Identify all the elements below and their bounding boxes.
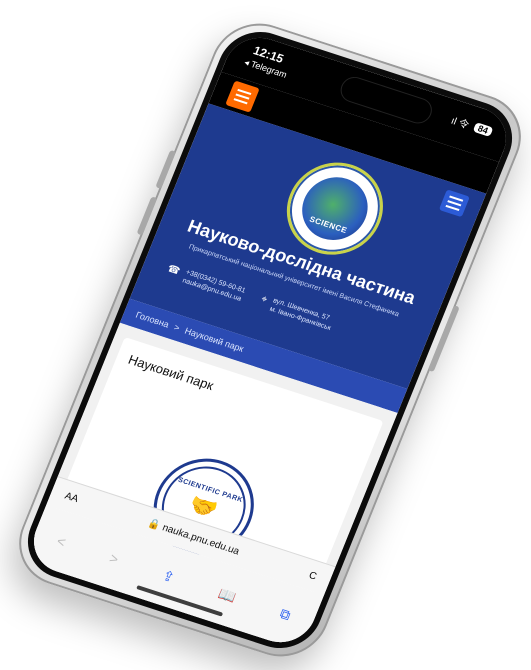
- breadcrumb-separator: >: [172, 322, 182, 334]
- forward-arrow-icon[interactable]: >: [107, 550, 121, 567]
- back-arrow-icon[interactable]: <: [54, 533, 68, 550]
- bookmarks-icon[interactable]: 📖: [216, 585, 239, 606]
- share-icon[interactable]: ⇪: [160, 567, 177, 586]
- location-icon: ⌖: [259, 293, 269, 306]
- system-icons: ıl 令 84: [449, 112, 494, 139]
- breadcrumb-home-link[interactable]: Головна: [134, 310, 170, 330]
- phone-icon: ☎: [165, 263, 182, 278]
- battery-icon: 84: [472, 121, 494, 137]
- globe-icon: SCIENCE: [292, 168, 378, 249]
- signal-wifi-icon: ıl 令: [449, 115, 471, 132]
- nav-menu-icon[interactable]: [438, 189, 470, 218]
- phone-device: 12:15 ◂ Telegram ıl 令 84 SCIENCE Науково…: [5, 11, 531, 669]
- section-title: Науковий парк: [126, 351, 216, 394]
- hamburger-menu-icon[interactable]: [225, 80, 260, 113]
- photo-scene: 12:15 ◂ Telegram ıl 令 84 SCIENCE Науково…: [0, 0, 531, 669]
- phone-contact: ☎ +38(0342) 59-60-81 nauka@pnu.edu.ua: [164, 263, 247, 303]
- logo-wordmark: SCIENCE: [308, 214, 349, 236]
- address-contact: ⌖ вул. Шевченка, 57 м. Івано-Франківськ: [257, 294, 335, 332]
- tabs-icon[interactable]: ⧉: [277, 605, 294, 624]
- phone-bezel: 12:15 ◂ Telegram ıl 令 84 SCIENCE Науково…: [15, 21, 525, 659]
